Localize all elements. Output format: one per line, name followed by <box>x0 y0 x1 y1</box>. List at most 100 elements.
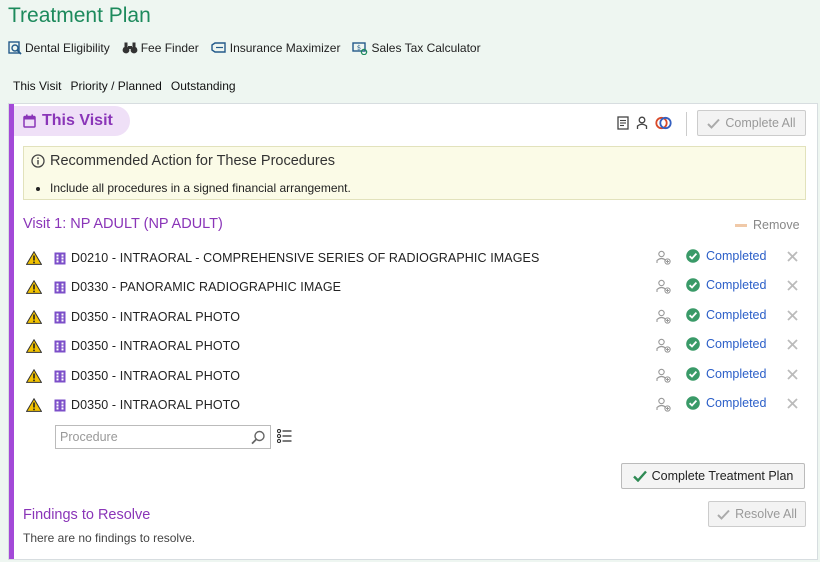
procedure-status[interactable]: Completed <box>686 367 766 381</box>
remove-visit-button[interactable]: Remove <box>735 218 800 232</box>
calendar-icon <box>23 114 36 128</box>
recommendation-title: Recommended Action for These Procedures <box>31 153 335 169</box>
page-title: Treatment Plan <box>8 4 151 27</box>
tool-insurance-maximizer[interactable]: Insurance Maximizer <box>211 41 341 55</box>
resolve-all-button[interactable]: Resolve All <box>708 501 806 527</box>
findings-empty-text: There are no findings to resolve. <box>23 531 196 545</box>
procedure-status[interactable]: Completed <box>686 337 766 351</box>
minus-icon <box>735 223 747 227</box>
procedure-row[interactable]: D0330 - PANORAMIC RADIOGRAPHIC IMAGE Comp… <box>26 276 806 298</box>
delete-procedure-icon[interactable] <box>786 338 799 351</box>
tool-label: Fee Finder <box>140 41 199 55</box>
assign-provider-icon[interactable] <box>656 368 671 383</box>
procedure-status[interactable]: Completed <box>686 396 766 410</box>
procedure-status-label: Completed <box>706 308 767 322</box>
linked-circles-icon[interactable] <box>655 115 672 131</box>
info-icon <box>31 154 45 168</box>
procedure-code-icon <box>54 340 66 353</box>
procedure-row[interactable]: D0210 - INTRAORAL - COMPREHENSIVE SERIES… <box>26 247 806 269</box>
tool-label: Dental Eligibility <box>25 41 110 55</box>
check-icon <box>707 118 721 129</box>
procedure-status-label: Completed <box>706 396 767 410</box>
warning-icon <box>26 339 42 353</box>
procedure-status-label: Completed <box>706 367 767 381</box>
tool-label: Sales Tax Calculator <box>371 41 481 55</box>
procedure-text: D0350 - INTRAORAL PHOTO <box>71 339 241 353</box>
delete-procedure-icon[interactable] <box>786 309 799 322</box>
complete-all-label: Complete All <box>725 116 796 130</box>
procedure-text: D0330 - PANORAMIC RADIOGRAPHIC IMAGE <box>71 280 342 294</box>
tab-bar: This Visit Priority / Planned Outstandin… <box>13 79 245 93</box>
tool-label: Insurance Maximizer <box>229 41 341 55</box>
eligibility-search-icon <box>8 41 22 55</box>
procedure-input[interactable] <box>56 427 246 447</box>
remove-label: Remove <box>753 218 800 232</box>
tool-dental-eligibility[interactable]: Dental Eligibility <box>8 41 110 55</box>
notes-icon[interactable] <box>617 116 629 130</box>
check-icon <box>717 509 730 520</box>
procedure-code-icon <box>54 252 66 265</box>
findings-heading: Findings to Resolve <box>23 507 151 523</box>
procedure-text: D0350 - INTRAORAL PHOTO <box>71 369 241 383</box>
recommendation-item: Include all procedures in a signed finan… <box>50 181 351 195</box>
complete-all-button[interactable]: Complete All <box>697 110 806 136</box>
check-circle-icon <box>686 337 700 351</box>
check-circle-icon <box>686 396 700 410</box>
delete-procedure-icon[interactable] <box>786 397 799 410</box>
procedure-code-icon <box>54 311 66 324</box>
procedure-input-box <box>55 425 271 449</box>
visit-panel: This Visit Complete All Recommended Acti… <box>8 103 818 560</box>
procedure-code-icon <box>54 281 66 294</box>
provider-icon[interactable] <box>636 116 648 130</box>
procedure-row[interactable]: D0350 - INTRAORAL PHOTO Completed <box>26 335 806 357</box>
procedure-status-label: Completed <box>706 337 767 351</box>
svg-text:$: $ <box>357 44 361 52</box>
procedure-code-icon <box>54 370 66 383</box>
assign-provider-icon[interactable] <box>656 279 671 294</box>
procedure-status-label: Completed <box>706 249 767 263</box>
tool-fee-finder[interactable]: Fee Finder <box>122 41 199 55</box>
procedure-status[interactable]: Completed <box>686 308 766 322</box>
tax-calculator-icon: $ <box>352 42 368 55</box>
warning-icon <box>26 369 42 383</box>
complete-treatment-plan-label: Complete Treatment Plan <box>651 469 794 483</box>
insurance-maximizer-icon <box>211 42 226 53</box>
procedure-code-icon <box>54 399 66 412</box>
tool-sales-tax-calculator[interactable]: $ Sales Tax Calculator <box>352 41 481 55</box>
procedure-row[interactable]: D0350 - INTRAORAL PHOTO Completed <box>26 394 806 416</box>
warning-icon <box>26 310 42 324</box>
procedure-text: D0210 - INTRAORAL - COMPREHENSIVE SERIES… <box>71 251 540 265</box>
procedure-status[interactable]: Completed <box>686 249 766 263</box>
procedure-list-icon[interactable] <box>277 429 292 443</box>
check-circle-icon <box>686 308 700 322</box>
warning-icon <box>26 251 42 265</box>
procedure-row[interactable]: D0350 - INTRAORAL PHOTO Completed <box>26 365 806 387</box>
accent-bar <box>9 104 14 559</box>
tab-this-visit[interactable]: This Visit <box>13 79 61 93</box>
resolve-all-label: Resolve All <box>735 507 797 521</box>
complete-treatment-plan-button[interactable]: Complete Treatment Plan <box>621 463 805 489</box>
tab-outstanding[interactable]: Outstanding <box>171 79 236 93</box>
visit-heading: Visit 1: NP ADULT (NP ADULT) <box>23 216 223 232</box>
procedure-text: D0350 - INTRAORAL PHOTO <box>71 398 241 412</box>
procedure-row[interactable]: D0350 - INTRAORAL PHOTO Completed <box>26 306 806 328</box>
warning-icon <box>26 280 42 294</box>
assign-provider-icon[interactable] <box>656 397 671 412</box>
assign-provider-icon[interactable] <box>656 338 671 353</box>
assign-provider-icon[interactable] <box>656 250 671 265</box>
procedure-status[interactable]: Completed <box>686 278 766 292</box>
check-circle-icon <box>686 278 700 292</box>
delete-procedure-icon[interactable] <box>786 368 799 381</box>
recommendation-title-text: Recommended Action for These Procedures <box>50 153 336 169</box>
assign-provider-icon[interactable] <box>656 309 671 324</box>
recommendation-list: Include all procedures in a signed finan… <box>50 181 351 195</box>
delete-procedure-icon[interactable] <box>786 250 799 263</box>
tab-priority-planned[interactable]: Priority / Planned <box>70 79 161 93</box>
check-circle-icon <box>686 249 700 263</box>
delete-procedure-icon[interactable] <box>786 279 799 292</box>
visit-panel-title-text: This Visit <box>42 112 113 129</box>
binoculars-icon <box>122 42 138 54</box>
visit-panel-title: This Visit <box>14 106 130 136</box>
warning-icon <box>26 398 42 412</box>
search-icon[interactable] <box>251 430 266 445</box>
